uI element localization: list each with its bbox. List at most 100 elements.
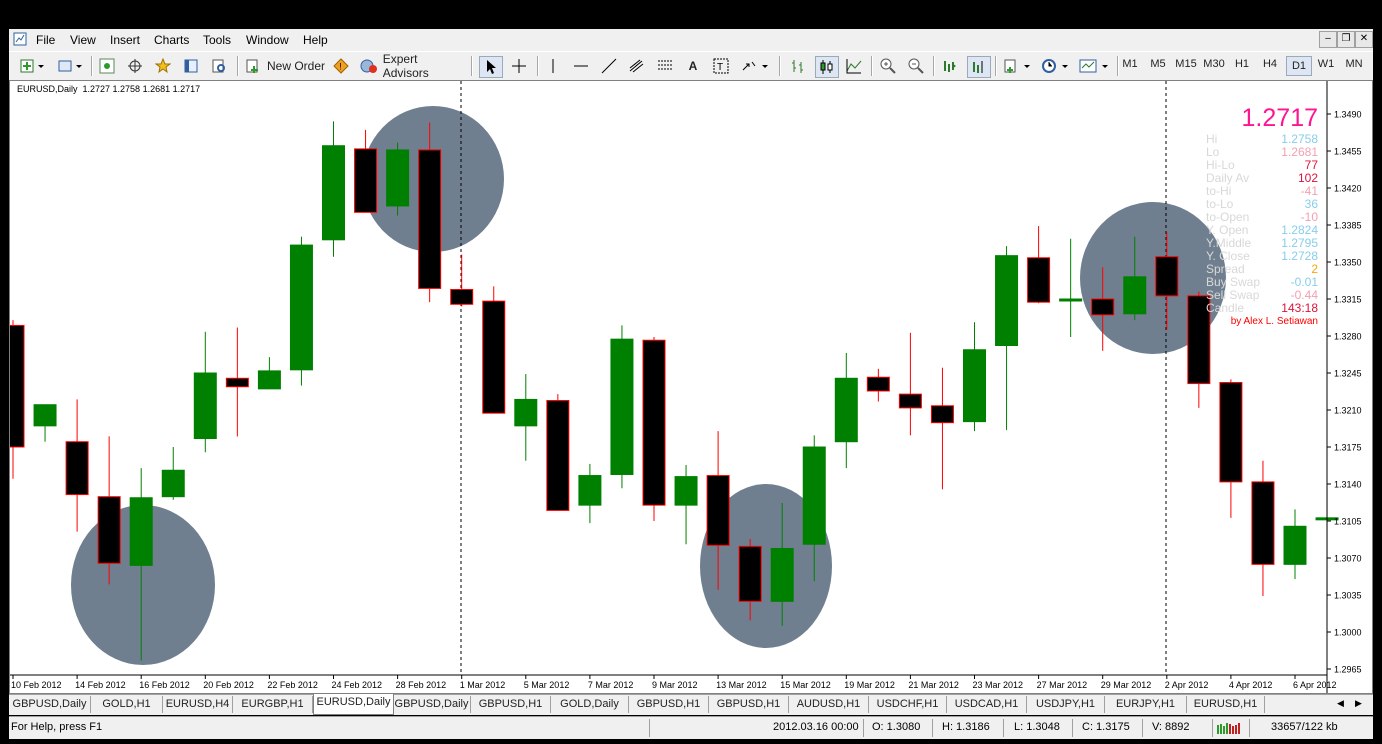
candle[interactable] bbox=[834, 352, 858, 469]
candle[interactable] bbox=[450, 254, 474, 307]
fibonacci-icon[interactable] bbox=[655, 56, 675, 76]
candle[interactable] bbox=[161, 447, 185, 500]
expert-advisors-button[interactable]: Expert Advisors bbox=[359, 52, 465, 80]
bar-chart-icon[interactable] bbox=[787, 56, 809, 76]
market-watch-icon[interactable] bbox=[97, 56, 117, 76]
candle[interactable] bbox=[866, 368, 890, 402]
tab-usdchf-h1[interactable]: USDCHF,H1 bbox=[869, 696, 947, 713]
candle[interactable] bbox=[674, 464, 698, 545]
chart-window[interactable]: 1.3490 1.3455 1.3420 1.3385 1.3350 1.3315 1.32… bbox=[9, 80, 1373, 694]
candle[interactable] bbox=[322, 121, 345, 257]
candle[interactable] bbox=[97, 436, 121, 585]
tab-scroll-right-icon[interactable]: ▶ bbox=[1355, 698, 1362, 709]
candlestick-chart-icon[interactable] bbox=[815, 56, 839, 78]
timeframe-m30[interactable]: M30 bbox=[1202, 58, 1226, 70]
profiles-icon[interactable] bbox=[53, 56, 87, 76]
candle[interactable] bbox=[610, 325, 634, 489]
tab-scroll-left-icon[interactable]: ◀ bbox=[1337, 698, 1344, 709]
candle[interactable] bbox=[1027, 226, 1051, 304]
tab-gbpusd-daily[interactable]: GBPUSD,Daily bbox=[9, 696, 91, 713]
text-label-icon[interactable]: T bbox=[711, 56, 731, 76]
menu-file[interactable]: File bbox=[36, 33, 55, 47]
timeframe-d1[interactable]: D1 bbox=[1286, 56, 1312, 76]
candle[interactable] bbox=[482, 286, 506, 414]
candle[interactable] bbox=[10, 320, 25, 479]
tab-eurgbp-h1[interactable]: EURGBP,H1 bbox=[233, 696, 313, 713]
connection-status-icon[interactable] bbox=[1217, 722, 1243, 734]
candle[interactable] bbox=[995, 246, 1019, 431]
tab-gbpusd-daily[interactable]: GBPUSD,Daily bbox=[393, 696, 471, 713]
tab-gbpusd-h1[interactable]: GBPUSD,H1 bbox=[629, 696, 709, 713]
date-label: 5 Mar 2012 bbox=[524, 680, 570, 690]
cursor-tool-icon[interactable] bbox=[479, 56, 503, 78]
candle[interactable] bbox=[193, 331, 217, 453]
timeframe-h1[interactable]: H1 bbox=[1230, 58, 1254, 70]
strategy-tester-icon[interactable] bbox=[209, 56, 229, 76]
crosshair-tool-icon[interactable] bbox=[509, 56, 529, 76]
candle[interactable] bbox=[65, 399, 89, 532]
menu-help[interactable]: Help bbox=[303, 33, 328, 47]
text-tool-icon[interactable]: A bbox=[683, 56, 703, 76]
timeframe-m5[interactable]: M5 bbox=[1146, 58, 1170, 70]
indicators-menu-icon[interactable] bbox=[1001, 56, 1033, 76]
candle[interactable] bbox=[578, 463, 602, 524]
tab-eurjpy-h1[interactable]: EURJPY,H1 bbox=[1105, 696, 1187, 713]
tab-usdcad-h1[interactable]: USDCAD,H1 bbox=[947, 696, 1027, 713]
templates-icon[interactable] bbox=[1077, 56, 1111, 76]
candle[interactable] bbox=[289, 236, 313, 386]
menu-charts[interactable]: Charts bbox=[154, 33, 189, 47]
chart-shift-icon[interactable] bbox=[967, 56, 991, 78]
new-chart-icon[interactable] bbox=[15, 56, 49, 76]
candle[interactable] bbox=[225, 327, 249, 437]
terminal-icon[interactable] bbox=[181, 56, 201, 76]
menu-tools[interactable]: Tools bbox=[203, 33, 231, 47]
tab-eurusd-h4[interactable]: EURUSD,H4 bbox=[163, 696, 233, 713]
restore-button[interactable]: ❐ bbox=[1337, 31, 1355, 48]
minimize-button[interactable]: – bbox=[1319, 31, 1337, 48]
timeframe-mn[interactable]: MN bbox=[1342, 58, 1366, 70]
periods-clock-icon[interactable] bbox=[1039, 56, 1071, 76]
candle[interactable] bbox=[1251, 460, 1275, 597]
close-button[interactable]: ✕ bbox=[1355, 31, 1373, 48]
zoom-in-icon[interactable] bbox=[877, 56, 899, 76]
tab-gold-h1[interactable]: GOLD,H1 bbox=[91, 696, 163, 713]
auto-scroll-icon[interactable] bbox=[939, 56, 961, 76]
crosshair-navigator-icon[interactable] bbox=[125, 56, 145, 76]
tab-eurusd-daily[interactable]: EURUSD,Daily bbox=[313, 694, 394, 715]
tab-audusd-h1[interactable]: AUDUSD,H1 bbox=[789, 696, 869, 713]
candle[interactable] bbox=[546, 394, 570, 511]
tab-gbpusd-h1[interactable]: GBPUSD,H1 bbox=[709, 696, 789, 713]
tab-usdjpy-h1[interactable]: USDJPY,H1 bbox=[1027, 696, 1105, 713]
candle[interactable] bbox=[963, 322, 986, 432]
candle[interactable] bbox=[898, 332, 922, 436]
trendline-icon[interactable] bbox=[599, 56, 619, 76]
tab-gold-daily[interactable]: GOLD,Daily bbox=[551, 696, 629, 713]
candle[interactable] bbox=[33, 404, 57, 442]
arrows-menu-icon[interactable] bbox=[739, 56, 771, 76]
candle[interactable] bbox=[257, 357, 281, 390]
menu-window[interactable]: Window bbox=[246, 33, 289, 47]
zoom-out-icon[interactable] bbox=[905, 56, 927, 76]
tab-gbpusd-h1[interactable]: GBPUSD,H1 bbox=[471, 696, 551, 713]
horizontal-line-icon[interactable] bbox=[571, 56, 591, 76]
candle[interactable] bbox=[1283, 509, 1307, 580]
timeframe-w1[interactable]: W1 bbox=[1314, 58, 1338, 70]
timeframe-h4[interactable]: H4 bbox=[1258, 58, 1282, 70]
line-chart-icon[interactable] bbox=[843, 56, 865, 76]
candle[interactable] bbox=[1059, 238, 1083, 338]
candle[interactable] bbox=[386, 142, 410, 216]
timeframe-m15[interactable]: M15 bbox=[1174, 58, 1198, 70]
tab-eurusd-h1[interactable]: EURUSD,H1 bbox=[1187, 696, 1265, 713]
menu-insert[interactable]: Insert bbox=[110, 33, 140, 47]
timeframe-m1[interactable]: M1 bbox=[1118, 58, 1142, 70]
new-order-button[interactable]: New Order bbox=[245, 56, 327, 76]
vertical-line-icon[interactable] bbox=[543, 56, 563, 76]
alert-icon[interactable]: ! bbox=[331, 56, 351, 76]
menu-view[interactable]: View bbox=[70, 33, 96, 47]
favorites-icon[interactable] bbox=[153, 56, 173, 76]
candle[interactable] bbox=[1219, 379, 1243, 518]
candle[interactable] bbox=[642, 337, 666, 521]
candle[interactable] bbox=[930, 367, 954, 490]
candle[interactable] bbox=[514, 374, 538, 461]
equidistant-channel-icon[interactable] bbox=[627, 56, 647, 76]
